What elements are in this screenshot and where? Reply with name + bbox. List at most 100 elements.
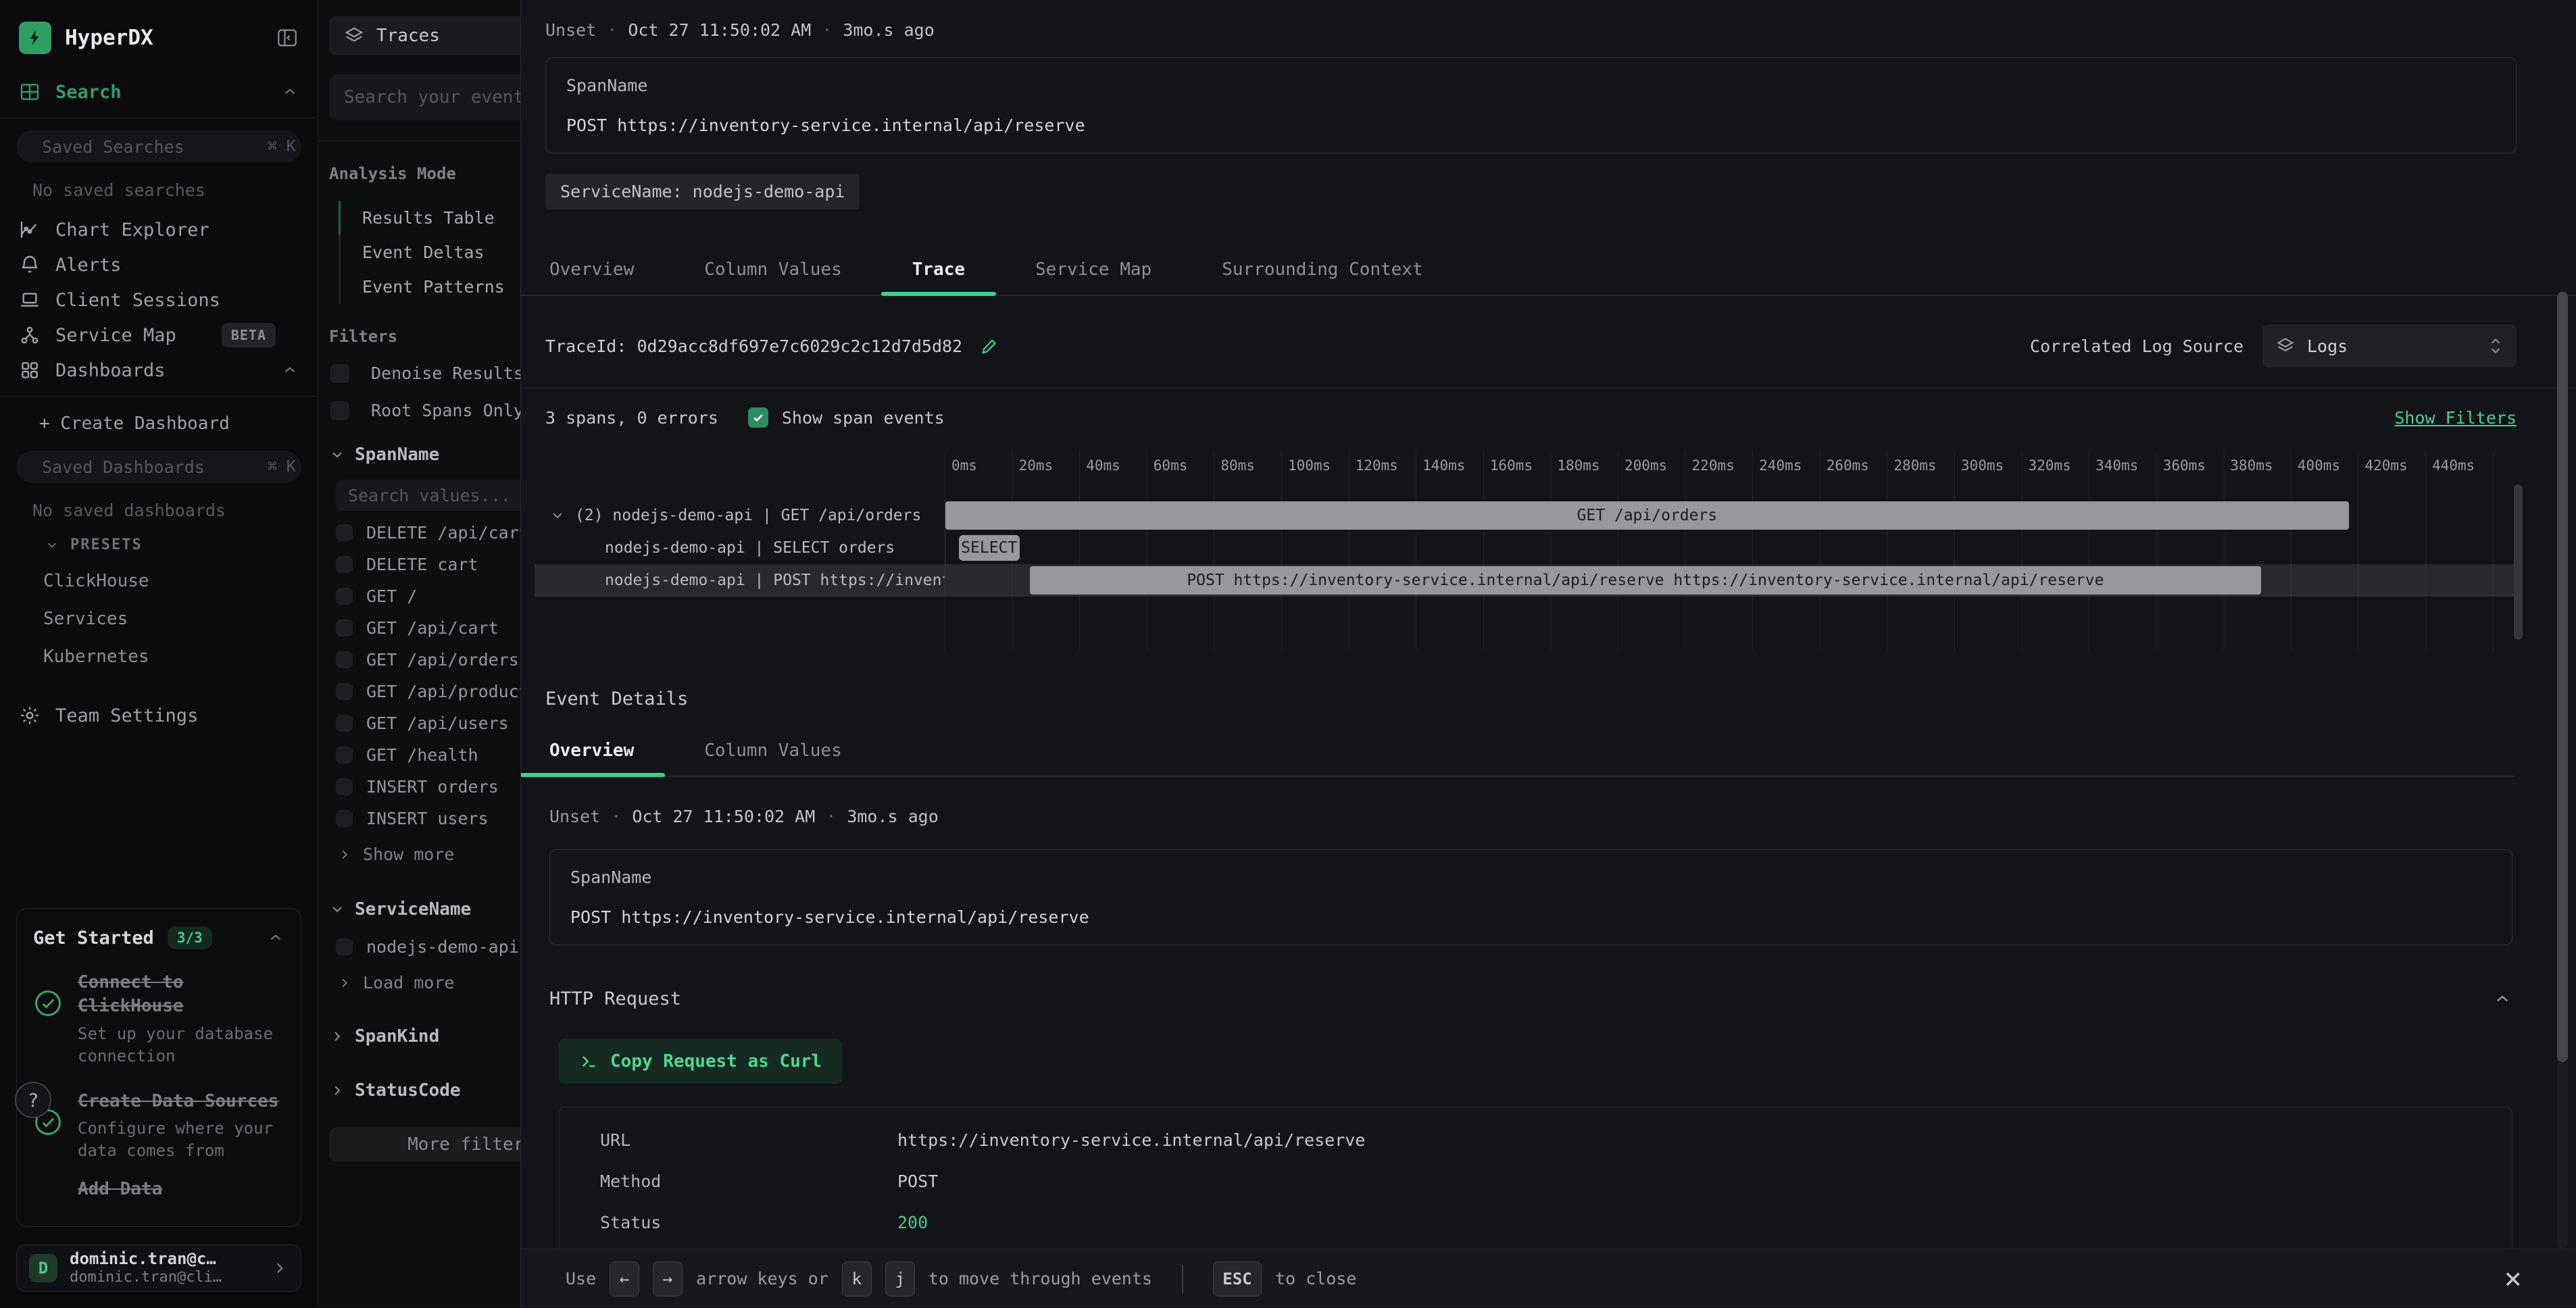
denoise-results-toggle[interactable]: Denoise Results: [330, 363, 520, 383]
sidebar-item-team-settings[interactable]: Team Settings: [0, 698, 318, 733]
facet-value-row[interactable]: GET /api/cart: [336, 618, 520, 638]
checkbox[interactable]: [336, 620, 353, 636]
sidebar-item-dashboards[interactable]: Dashboards: [0, 353, 318, 388]
facet-value-search-input[interactable]: [348, 486, 520, 505]
task-add-data[interactable]: Add Data: [33, 1178, 284, 1214]
facet-servicename[interactable]: ServiceName: [329, 899, 520, 920]
facet-value-row[interactable]: DELETE /api/cart: [336, 523, 520, 543]
task-create-data-sources[interactable]: Create Data Sources Configure where your…: [33, 1090, 284, 1163]
chevron-down-icon[interactable]: [549, 507, 566, 524]
sidebar-item-chart-explorer[interactable]: Chart Explorer: [0, 212, 318, 247]
facet-value-row[interactable]: GET /api/users: [336, 713, 520, 733]
checkbox[interactable]: [336, 683, 353, 700]
sidebar-item-search[interactable]: Search: [0, 74, 318, 109]
checkbox[interactable]: [336, 524, 353, 541]
more-filters-button[interactable]: More filters: [329, 1128, 520, 1161]
checkbox[interactable]: [336, 747, 353, 763]
chevron-up-icon[interactable]: [267, 929, 284, 947]
event-search-box[interactable]: [329, 74, 520, 120]
facet-value-row[interactable]: GET /: [336, 586, 520, 606]
facet-value-label: INSERT users: [366, 809, 489, 828]
tab-ed-column-values[interactable]: Column Values: [704, 730, 842, 776]
facet-value-row[interactable]: GET /health: [336, 745, 520, 765]
checkbox[interactable]: [330, 364, 349, 383]
facet-value-row[interactable]: INSERT orders: [336, 777, 520, 797]
checkbox[interactable]: [330, 401, 349, 420]
span-bar[interactable]: SELECT: [959, 535, 1020, 561]
load-more-link[interactable]: Load more: [337, 973, 520, 992]
saved-searches-search[interactable]: ⌘ K: [16, 130, 301, 163]
dashboards-icon: [19, 359, 41, 381]
tick-label: 220ms: [1685, 451, 1753, 482]
laptop-icon: [19, 289, 41, 311]
saved-searches-input[interactable]: [42, 137, 257, 157]
help-button[interactable]: ?: [15, 1082, 51, 1118]
checkbox[interactable]: [336, 588, 353, 605]
tick-label: 360ms: [2156, 451, 2224, 482]
facet-value-row[interactable]: DELETE cart: [336, 555, 520, 574]
scrollbar-thumb[interactable]: [2557, 292, 2568, 1062]
preset-kubernetes[interactable]: Kubernetes: [0, 647, 318, 667]
copy-request-as-curl-button[interactable]: Copy Request as Curl: [559, 1039, 842, 1084]
service-name-chip[interactable]: ServiceName: nodejs-demo-api: [545, 174, 860, 209]
mode-results-table[interactable]: Results Table: [339, 201, 520, 235]
presets-section[interactable]: PRESETS: [45, 536, 318, 553]
tab-service-map[interactable]: Service Map: [1035, 249, 1151, 295]
show-span-events-checkbox[interactable]: [748, 407, 768, 428]
span-row-selected[interactable]: nodejs-demo-api | POST https://invento P…: [535, 564, 2517, 597]
checkbox[interactable]: [336, 556, 353, 573]
root-spans-toggle[interactable]: Root Spans Only: [330, 401, 520, 420]
span-bar[interactable]: POST https://inventory-service.internal/…: [1030, 566, 2262, 595]
show-more-link[interactable]: Show more: [337, 845, 520, 864]
sidebar-item-client-sessions[interactable]: Client Sessions: [0, 282, 318, 318]
show-filters-link[interactable]: Show Filters: [2394, 408, 2517, 428]
tick-label: 380ms: [2223, 451, 2291, 482]
checkbox[interactable]: [336, 715, 353, 732]
mode-event-deltas[interactable]: Event Deltas: [339, 235, 520, 270]
source-selector-button[interactable]: Traces: [329, 16, 520, 55]
filters-heading: Filters: [329, 327, 520, 346]
tab-trace[interactable]: Trace: [912, 249, 965, 295]
preset-services[interactable]: Services: [0, 609, 318, 629]
log-source-select[interactable]: Logs: [2262, 324, 2517, 368]
panel-scrollbar[interactable]: [2557, 289, 2568, 1249]
tab-ed-overview[interactable]: Overview: [549, 730, 634, 776]
row-key: URL: [560, 1130, 897, 1150]
sidebar-item-service-map[interactable]: Service Map BETA: [0, 318, 318, 353]
span-bar[interactable]: GET /api/orders: [945, 501, 2349, 530]
facet-value-row[interactable]: GET /api/orders: [336, 650, 520, 670]
saved-dashboards-search[interactable]: ⌘ K: [16, 451, 301, 483]
sidebar-item-alerts[interactable]: Alerts: [0, 247, 318, 282]
tab-surrounding-context[interactable]: Surrounding Context: [1222, 249, 1422, 295]
facet-spankind[interactable]: SpanKind: [329, 1026, 520, 1047]
facet-value-row[interactable]: nodejs-demo-api: [336, 937, 520, 957]
checkbox[interactable]: [336, 651, 353, 668]
preset-clickhouse[interactable]: ClickHouse: [0, 571, 318, 591]
mode-event-patterns[interactable]: Event Patterns: [339, 270, 520, 304]
facet-value-search[interactable]: [336, 480, 520, 511]
close-icon[interactable]: ×: [2504, 1264, 2523, 1294]
tab-column-values[interactable]: Column Values: [704, 249, 842, 295]
checkbox[interactable]: [336, 810, 353, 827]
event-search-input[interactable]: [344, 87, 520, 107]
collapse-section-icon[interactable]: [2492, 989, 2512, 1009]
span-row[interactable]: (2) nodejs-demo-api | GET /api/orders GE…: [535, 499, 2517, 532]
edit-pencil-icon[interactable]: [980, 336, 1000, 356]
span-row[interactable]: nodejs-demo-api | SELECT orders SELECT: [535, 532, 2517, 564]
create-dashboard-button[interactable]: + Create Dashboard: [0, 409, 318, 438]
facet-value-label: GET /health: [366, 745, 478, 765]
facet-spanname[interactable]: SpanName: [329, 445, 520, 465]
facet-statuscode[interactable]: StatusCode: [329, 1080, 520, 1101]
sidebar-item-label: Chart Explorer: [55, 220, 209, 241]
checkbox[interactable]: [336, 938, 353, 955]
facet-value-row[interactable]: INSERT users: [336, 809, 520, 828]
user-menu[interactable]: D dominic.tran@c… dominic.tran@cli…: [16, 1244, 301, 1292]
waterfall-scrollbar[interactable]: [2514, 484, 2523, 640]
checkbox[interactable]: [336, 778, 353, 795]
sidebar-collapse-icon[interactable]: [276, 26, 299, 49]
task-connect-clickhouse[interactable]: Connect to ClickHouse Set up your databa…: [33, 971, 284, 1067]
facet-value-row[interactable]: GET /api/products: [336, 682, 520, 701]
http-request-header: HTTP Request: [549, 988, 2512, 1009]
saved-dashboards-input[interactable]: [42, 457, 257, 477]
tab-overview[interactable]: Overview: [549, 249, 634, 295]
